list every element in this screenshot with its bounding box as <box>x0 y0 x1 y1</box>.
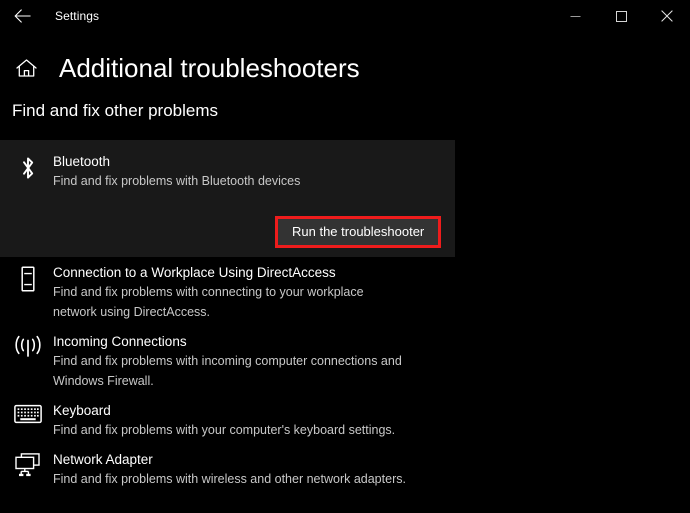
list-item-text: Keyboard Find and fix problems with your… <box>53 402 395 440</box>
page-title-row: Additional troubleshooters <box>0 50 690 86</box>
title-bar: Settings <box>0 0 690 32</box>
minimize-button[interactable] <box>552 0 598 32</box>
incoming-connections-signal-icon <box>12 333 44 367</box>
list-item-title: Incoming Connections <box>53 334 187 349</box>
list-item-text: Incoming Connections Find and fix proble… <box>53 333 402 391</box>
app-title: Settings <box>55 9 100 23</box>
maximize-icon <box>615 10 627 22</box>
page-title: Additional troubleshooters <box>59 53 360 83</box>
maximize-button[interactable] <box>598 0 644 32</box>
run-the-troubleshooter-button[interactable]: Run the troubleshooter <box>278 219 439 245</box>
troubleshooters-list: Connection to a Workplace Using DirectAc… <box>0 264 690 500</box>
list-item-description-line1: Find and fix problems with your computer… <box>53 423 396 437</box>
list-item-text: Connection to a Workplace Using DirectAc… <box>53 264 364 322</box>
network-adapter-icon <box>12 451 44 485</box>
list-item-description-line1: Find and fix problems with wireless and … <box>53 472 406 486</box>
list-item-description-line1: Find and fix problems with connecting to… <box>53 285 364 299</box>
home-icon[interactable] <box>12 54 40 82</box>
card-description: Find and fix problems with Bluetooth dev… <box>53 174 301 188</box>
list-item-description-line2: network using DirectAccess. <box>53 305 211 319</box>
window-caption-buttons <box>552 0 690 32</box>
back-arrow-icon <box>13 9 31 23</box>
directaccess-device-icon <box>12 264 44 298</box>
close-icon <box>661 10 673 22</box>
page-subtitle: Find and fix other problems <box>12 101 218 120</box>
minimize-icon <box>570 11 581 22</box>
page-header: Additional troubleshooters Find and fix … <box>0 50 690 122</box>
card-title: Bluetooth <box>53 154 111 169</box>
list-item-title: Keyboard <box>53 403 111 418</box>
list-item-description-line2: Windows Firewall. <box>53 374 154 388</box>
list-item-title: Connection to a Workplace Using DirectAc… <box>53 265 336 280</box>
card-header: Bluetooth Find and fix problems with Blu… <box>0 140 455 191</box>
list-item[interactable]: Connection to a Workplace Using DirectAc… <box>0 264 690 322</box>
list-item-title: Network Adapter <box>53 452 153 467</box>
back-button[interactable] <box>2 0 42 32</box>
list-item[interactable]: Incoming Connections Find and fix proble… <box>0 333 690 391</box>
list-item-text: Network Adapter Find and fix problems wi… <box>53 451 406 489</box>
keyboard-icon <box>12 402 44 436</box>
list-item-description-line1: Find and fix problems with incoming comp… <box>53 354 402 368</box>
run-troubleshooter-highlight: Run the troubleshooter <box>275 216 442 248</box>
list-item[interactable]: Network Adapter Find and fix problems wi… <box>0 451 690 489</box>
list-item[interactable]: Keyboard Find and fix problems with your… <box>0 402 690 440</box>
bluetooth-icon <box>12 153 44 187</box>
card-text: Bluetooth Find and fix problems with Blu… <box>53 153 300 191</box>
close-button[interactable] <box>644 0 690 32</box>
